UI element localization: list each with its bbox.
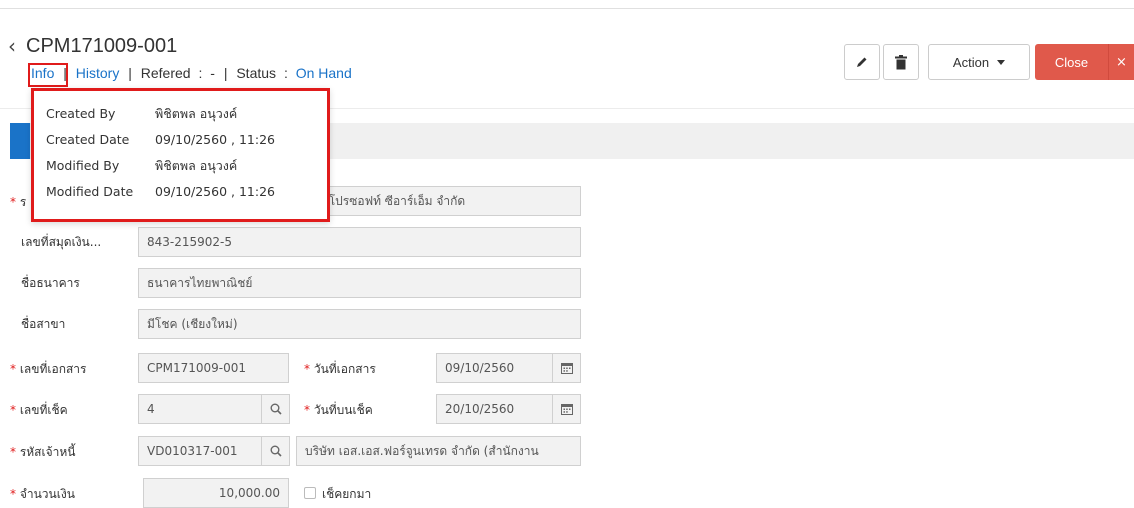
branch-field: มีโชค (เชียงใหม่) [138,309,581,339]
calendar-icon[interactable] [553,394,581,424]
pencil-icon [857,57,867,67]
info-highlight-box [28,63,68,87]
delete-button[interactable] [883,44,919,80]
creditor-code-label: * รหัสเจ้าหนี้ [10,445,76,459]
bank-field: ธนาคารไทยพาณิชย์ [138,268,581,298]
close-button[interactable]: Close [1035,44,1108,80]
history-link[interactable]: History [76,65,120,81]
bank-label: ชื่อธนาคาร [21,276,80,290]
separator: | [128,65,132,81]
action-label: Action [952,54,990,70]
colon: : [283,65,288,81]
amount-label: * จำนวนเงิน [10,487,75,501]
document-subnav: Info | History | Refered : - | Status : … [31,64,352,82]
doc-no-label: * เลขที่เอกสาร [10,362,87,376]
modified-date-row: Modified Date 09/10/2560 , 11:26 [46,184,275,199]
doc-date-label: * วันที่เอกสาร [304,362,376,376]
branch-label: ชื่อสาขา [21,317,66,331]
chevron-left-icon[interactable]: ‹ [8,36,16,56]
cheque-date-label: * วันที่บนเช็ค [304,403,373,417]
page-title: CPM171009-001 [26,35,178,57]
action-dropdown-button[interactable]: Action [928,44,1030,80]
info-popover: Created By พิชิตพล อนุวงค์ Created Date 09… [31,88,330,222]
account-no-label: เลขที่สมุดเงิน... [21,235,102,249]
caret-down-icon [997,59,1006,65]
top-frame-border [0,0,1134,9]
account-no-field: 843-215902-5 [138,227,581,257]
creditor-code-field: VD010317-001 [138,436,262,466]
doc-no-field: CPM171009-001 [138,353,289,383]
status-value: On Hand [295,65,352,81]
refered-value: - [210,65,215,81]
cheque-no-label: * เลขที่เช็ค [10,403,68,417]
calendar-icon[interactable] [553,353,581,383]
created-by-row: Created By พิชิตพล อนุวงค์ [46,106,238,121]
separator: | [223,65,228,81]
refered-label: Refered [140,65,191,81]
colon: : [198,65,203,81]
close-x-icon[interactable]: × [1108,44,1134,80]
created-date-row: Created Date 09/10/2560 , 11:26 [46,132,275,147]
company-label: * ร [10,195,27,209]
cheque-date-field: 20/10/2560 [436,394,553,424]
modified-by-row: Modified By พิชิตพล อนุวงค์ [46,158,238,173]
search-icon[interactable] [262,394,290,424]
trash-icon [895,54,907,69]
doc-date-field: 09/10/2560 [436,353,553,383]
carry-cheque-checkbox[interactable] [304,487,316,499]
edit-button[interactable] [844,44,880,80]
status-label: Status [236,65,277,81]
cheque-no-field: 4 [138,394,262,424]
search-icon[interactable] [262,436,290,466]
section-tab-active[interactable] [10,123,30,159]
carry-cheque-label: เช็คยกมา [322,487,372,501]
creditor-name-field: บริษัท เอส.เอส.ฟอร์จูนเทรด จำกัด (สำนักง… [296,436,581,466]
amount-field: 10,000.00 [143,478,289,508]
